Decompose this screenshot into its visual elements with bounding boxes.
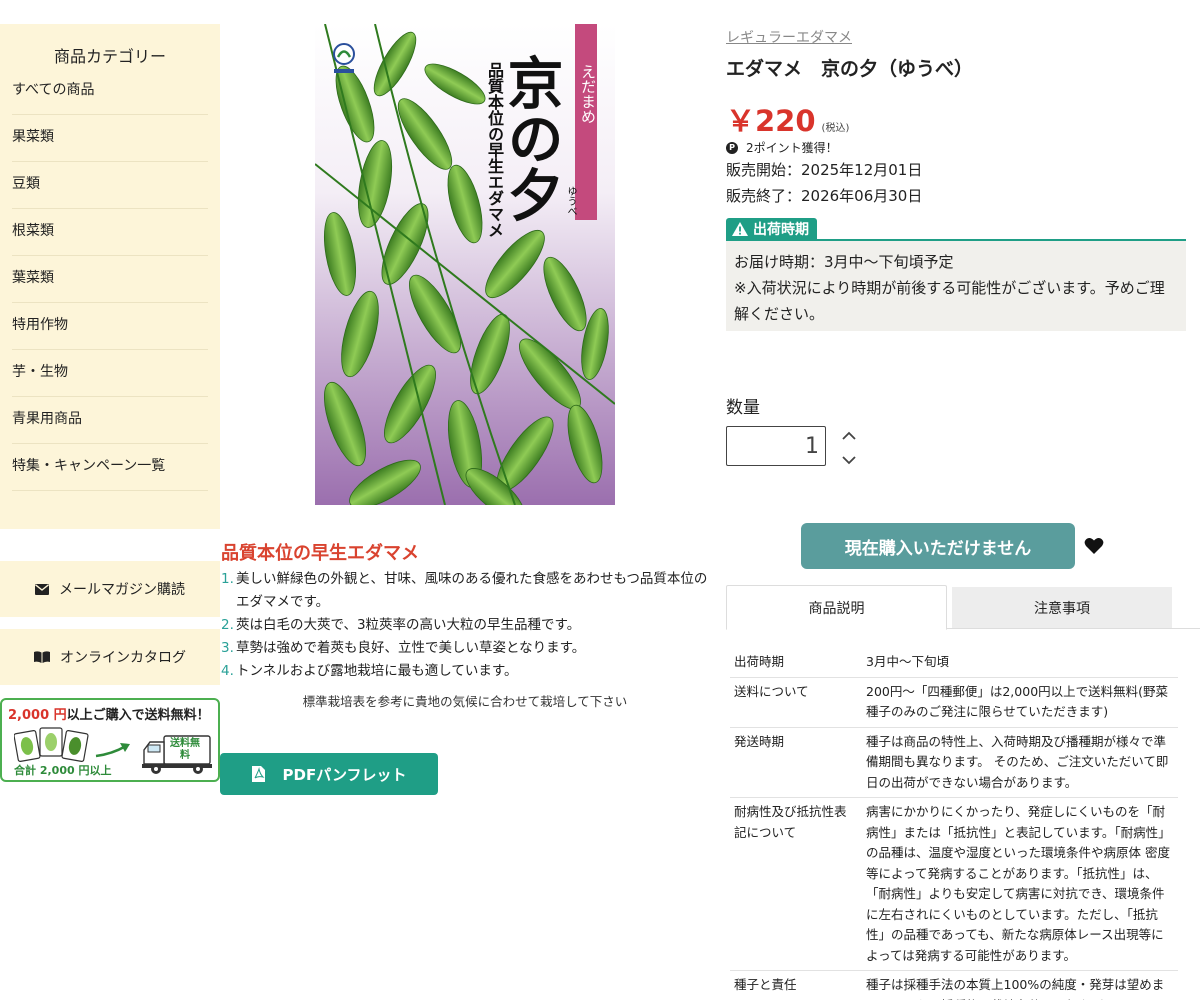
- book-open-icon: [34, 651, 50, 663]
- category-item-special-crops[interactable]: 特用作物: [12, 303, 208, 350]
- quantity-input[interactable]: [726, 426, 826, 466]
- envelope-icon: [35, 583, 49, 595]
- spec-value: 種子は商品の特性上、入荷時期及び播種期が様々で準備期間も異なります。 そのため、…: [862, 727, 1178, 798]
- free-shipping-banner[interactable]: 2,000 円以上ご購入で送料無料！ 送料無料 合計 2,000 円以上: [0, 698, 220, 782]
- category-item-fruit-vegetables[interactable]: 果菜類: [12, 115, 208, 162]
- tax-note: (税込): [821, 123, 850, 134]
- packet-ruby: ゆうべ: [565, 186, 576, 216]
- product-title: エダマメ 京の夕（ゆうべ）: [726, 58, 974, 80]
- shipping-period-title: 出荷時期: [753, 221, 809, 238]
- category-item-potatoes[interactable]: 芋・生物: [12, 350, 208, 397]
- feature-number: 3.: [221, 640, 234, 656]
- free-shipping-condition: 以上ご購入で送料無料！: [66, 708, 210, 723]
- feature-text: 草勢は強めで着莢も良好、立性で美しい草姿となります。: [236, 640, 586, 656]
- quantity-label: 数量: [726, 398, 760, 418]
- category-item-produce[interactable]: 青果用商品: [12, 397, 208, 444]
- feature-text: 莢は白毛の大莢で、3粒莢率の高い大粒の早生品種です。: [236, 617, 581, 633]
- category-item-root-vegetables[interactable]: 根菜類: [12, 209, 208, 256]
- table-row: 出荷時期 3月中～下旬頃: [730, 648, 1178, 678]
- points-icon: P: [726, 141, 738, 154]
- feature-item: 3. 草勢は強めで着莢も良好、立性で美しい草姿となります。: [221, 637, 716, 660]
- feature-text: 美しい鮮緑色の外観と、甘味、風味のある優れた食感をあわせもつ品質本位のエダマメで…: [236, 571, 708, 610]
- packet-category-tag: えだまめ: [575, 24, 597, 220]
- heart-icon[interactable]: [1084, 537, 1104, 555]
- price-row: ￥220 (税込): [726, 98, 849, 140]
- tab-product-description[interactable]: 商品説明: [726, 585, 947, 630]
- spec-value: 3月中～下旬頃: [862, 648, 1178, 678]
- chevron-down-icon[interactable]: [840, 452, 858, 468]
- product-price: ￥220: [726, 104, 816, 138]
- table-row: 送料について 200円～「四種郵便」は2,000円以上で送料無料(野菜種子のみのご…: [730, 677, 1178, 728]
- table-row: 種子と責任種子は採種手法の本質上100%の純度・発芽は望めません。また、播種後の…: [730, 970, 1178, 1000]
- points-text: 2ポイント獲得！: [746, 141, 838, 155]
- spec-key: 送料について: [730, 677, 862, 728]
- feature-number: 4.: [221, 663, 234, 679]
- free-shipping-text: 2,000 円以上ご購入で送料無料！: [2, 700, 218, 723]
- arrow-right-icon: [95, 743, 130, 758]
- category-item-all[interactable]: すべての商品: [12, 68, 208, 115]
- packet-category-label: えだまめ: [579, 64, 597, 124]
- table-row: 耐病性及び抵抗性表記について 病害にかかりにくかったり、発症しにくいものを「耐病性…: [730, 797, 1178, 971]
- spec-key: 発送時期: [730, 727, 862, 798]
- feature-item: 4. トンネルおよび露地栽培に最も適しています。: [221, 660, 716, 683]
- category-sidebar: 商品カテゴリー すべての商品 果菜類 豆類 根菜類 葉菜類 特用作物 芋・生物 …: [0, 24, 220, 529]
- spec-key: 耐病性及び抵抗性表記について: [730, 797, 862, 971]
- mail-magazine-button[interactable]: メールマガジン購読: [0, 561, 220, 617]
- free-shipping-subtext: 合計 2,000 円以上: [14, 764, 112, 777]
- pdf-pamphlet-button[interactable]: PDFパンフレット: [220, 753, 438, 795]
- packet-subtitle: 品質本位の早生エダマメ: [485, 62, 504, 238]
- mail-magazine-label: メールマガジン購読: [59, 582, 185, 598]
- feature-number: 2.: [221, 617, 234, 633]
- brand-logo-icon: [333, 43, 355, 73]
- purchase-unavailable-button[interactable]: 現在購入いただけません: [801, 523, 1075, 569]
- free-shipping-amount: 2,000 円: [8, 708, 67, 723]
- product-tabs: 商品説明 注意事項: [726, 585, 1200, 630]
- pdf-pamphlet-label: PDFパンフレット: [282, 765, 407, 784]
- packet-title: 京の夕: [498, 54, 564, 222]
- delivery-notice-text: ※入荷状況により時期が前後する可能性がございます。予めご理解ください。: [734, 279, 1165, 323]
- points-info: P 2ポイント獲得！: [726, 139, 838, 156]
- spec-value: 病害にかかりにくかったり、発症しにくいものを「耐病性」または「抵抗性」と表記して…: [862, 797, 1178, 971]
- spec-table: 出荷時期 3月中～下旬頃 送料について 200円～「四種郵便」は2,000円以上で送…: [730, 648, 1178, 1000]
- description-title: 品質本位の早生エダマメ: [221, 543, 419, 564]
- category-list: すべての商品 果菜類 豆類 根菜類 葉菜類 特用作物 芋・生物 青果用商品 特集…: [0, 68, 220, 491]
- feature-text: トンネルおよび露地栽培に最も適しています。: [236, 663, 518, 679]
- category-item-beans[interactable]: 豆類: [12, 162, 208, 209]
- feature-item: 1. 美しい鮮緑色の外観と、甘味、風味のある優れた食感をあわせもつ品質本位のエダマ…: [221, 568, 716, 614]
- feature-list: 1. 美しい鮮緑色の外観と、甘味、風味のある優れた食感をあわせもつ品質本位のエダマ…: [221, 568, 716, 683]
- spec-key: 出荷時期: [730, 648, 862, 678]
- feature-item: 2. 莢は白毛の大莢で、3粒莢率の高い大粒の早生品種です。: [221, 614, 716, 637]
- seed-packets-icon: [14, 727, 89, 762]
- truck-label: 送料無料: [170, 738, 200, 761]
- tab-notes[interactable]: 注意事項: [952, 587, 1172, 628]
- spec-value: 200円～「四種郵便」は2,000円以上で送料無料(野菜種子のみのご発注に限らせ…: [862, 677, 1178, 728]
- sidebar-title: 商品カテゴリー: [53, 47, 166, 66]
- sale-start-date: 販売開始：2025年12月01日: [726, 161, 923, 179]
- chevron-up-icon[interactable]: [840, 428, 858, 444]
- warning-icon: [732, 221, 748, 236]
- cultivation-note: 標準栽培表を参考に貴地の気候に合わせて栽培して下さい: [302, 694, 628, 709]
- table-row: 発送時期 種子は商品の特性上、入荷時期及び播種期が様々で準備期間も異なります。 そ…: [730, 727, 1178, 798]
- category-item-leaf-vegetables[interactable]: 葉菜類: [12, 256, 208, 303]
- online-catalog-button[interactable]: オンラインカタログ: [0, 629, 220, 685]
- shipping-period-label: 出荷時期: [726, 218, 817, 239]
- online-catalog-label: オンラインカタログ: [60, 650, 186, 666]
- product-image[interactable]: えだまめ 京の夕 ゆうべ 品質本位の早生エダマメ: [315, 24, 615, 505]
- feature-number: 1.: [221, 571, 234, 587]
- spec-key: 種子と責任: [730, 970, 862, 1000]
- category-item-campaigns[interactable]: 特集・キャンペーン一覧: [12, 444, 208, 491]
- breadcrumb-category-link[interactable]: レギュラーエダマメ: [726, 27, 852, 47]
- shipping-period-box: お届け時期：3月中～下旬頃予定 ※入荷状況により時期が前後する可能性がございます…: [726, 239, 1186, 331]
- spec-value: 種子は採種手法の本質上100%の純度・発芽は望めません。また、播種後の栽培条件・…: [862, 970, 1178, 1000]
- edamame-photo: [315, 24, 615, 505]
- sale-end-date: 販売終了：2026年06月30日: [726, 187, 923, 205]
- delivery-period-text: お届け時期：3月中～下旬頃予定: [734, 253, 954, 271]
- pdf-file-icon: [251, 766, 265, 782]
